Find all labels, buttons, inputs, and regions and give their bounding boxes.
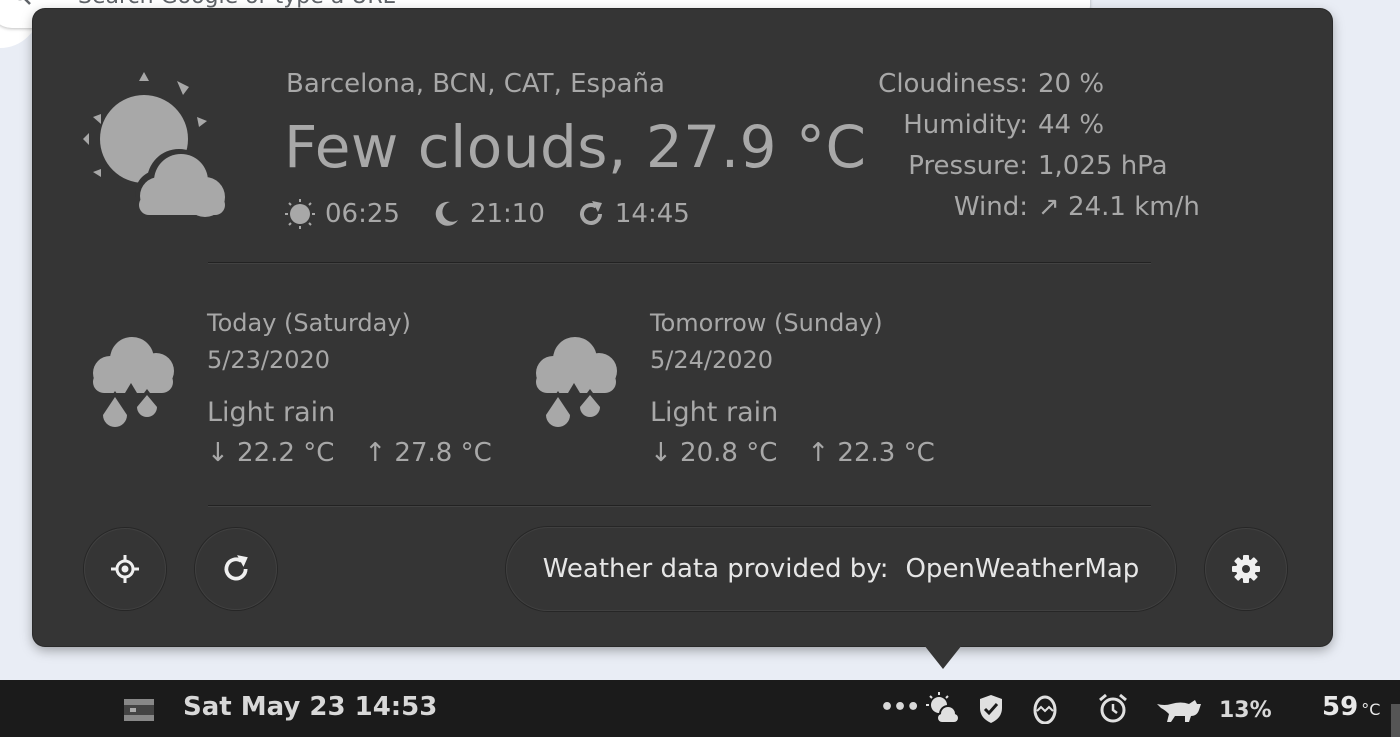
- sunset-time: 21:10: [469, 199, 545, 229]
- refresh-icon: [224, 555, 248, 581]
- forecast-low: ↓ 22.2 °C: [207, 438, 335, 468]
- provider-button[interactable]: Weather data provided by: OpenWeatherMap: [506, 527, 1176, 611]
- forecast-temps: ↓ 20.8 °C ↑ 22.3 °C: [650, 438, 935, 468]
- weather-tray-icon[interactable]: [926, 692, 960, 724]
- search-icon: [18, 0, 31, 5]
- sunrise-time: 06:25: [325, 199, 400, 229]
- provider-label: Weather data provided by:: [542, 554, 889, 584]
- forecast-tomorrow: Tomorrow (Sunday) 5/24/2020 Light rain ↓…: [523, 309, 943, 479]
- shield-icon[interactable]: [978, 694, 1004, 724]
- forecast-date: 5/23/2020: [207, 346, 331, 374]
- moon-icon: [435, 201, 458, 226]
- detail-pressure: Pressure: 1,025 hPa: [908, 151, 1168, 181]
- weather-details: Cloudiness: 20 % Humidity: 44 % Pressure: 1…: [833, 69, 1253, 233]
- forecast-day: Today (Saturday): [207, 309, 411, 337]
- forecast-condition: Light rain: [207, 397, 336, 428]
- locate-button[interactable]: [84, 528, 166, 610]
- last-update-item: 14:45: [577, 199, 690, 229]
- popup-pointer: [924, 645, 962, 669]
- forecast-date: 5/24/2020: [650, 346, 774, 374]
- detail-wind: Wind: ↗ 24.1 km/h: [953, 192, 1200, 222]
- egg-icon[interactable]: [1032, 694, 1058, 724]
- detail-cloudiness: Cloudiness: 20 %: [878, 69, 1105, 99]
- forecast-low: ↓ 20.8 °C: [650, 438, 778, 468]
- gear-icon: [1232, 555, 1260, 583]
- separator: [208, 262, 1151, 264]
- forecast-temps: ↓ 22.2 °C ↑ 27.8 °C: [207, 438, 492, 468]
- taskbar: Sat May 23 14:53 ••• 13% 59 °C: [0, 680, 1400, 737]
- sunrise-item: 06:25: [285, 199, 400, 229]
- location-label: Barcelona, BCN, CAT, España: [286, 69, 665, 99]
- refresh-button[interactable]: [195, 528, 277, 610]
- keyboard-layout-flag-icon[interactable]: [124, 699, 154, 721]
- tray-temperature[interactable]: 59 °C: [1322, 692, 1380, 722]
- last-update-time: 14:45: [614, 199, 690, 229]
- forecast-today: Today (Saturday) 5/23/2020 Light rain ↓ …: [80, 309, 500, 479]
- sun-cloud-icon: [83, 72, 228, 219]
- refresh-icon: [579, 201, 602, 225]
- search-placeholder: Search Google or type a URL: [78, 0, 395, 9]
- taskbar-clock[interactable]: Sat May 23 14:53: [183, 692, 437, 722]
- provider-name: OpenWeatherMap: [905, 554, 1140, 584]
- forecast-condition: Light rain: [650, 397, 779, 428]
- forecast-high: ↑ 22.3 °C: [807, 438, 935, 468]
- rain-cloud-icon: [536, 337, 617, 428]
- forecast-high: ↑ 27.8 °C: [364, 438, 492, 468]
- crosshair-icon: [111, 555, 139, 583]
- weather-popup: Barcelona, BCN, CAT, España Few clouds, …: [33, 9, 1332, 646]
- sun-times: 06:25 21:10 14:45: [285, 194, 722, 234]
- alarm-clock-icon[interactable]: [1097, 693, 1129, 725]
- separator: [208, 505, 1151, 507]
- battery-percentage[interactable]: 13%: [1219, 698, 1272, 723]
- tray-overflow[interactable]: •••: [880, 692, 920, 722]
- rain-cloud-icon: [93, 337, 174, 428]
- forecast-day: Tomorrow (Sunday): [650, 309, 883, 337]
- sunset-item: 21:10: [432, 199, 545, 229]
- window-edge: [1391, 704, 1400, 737]
- cat-runner-icon[interactable]: [1155, 696, 1205, 722]
- current-summary: Few clouds, 27.9 °C: [284, 113, 867, 181]
- sunrise-icon: [285, 199, 315, 229]
- detail-humidity: Humidity: 44 %: [903, 110, 1105, 140]
- settings-button[interactable]: [1205, 528, 1287, 610]
